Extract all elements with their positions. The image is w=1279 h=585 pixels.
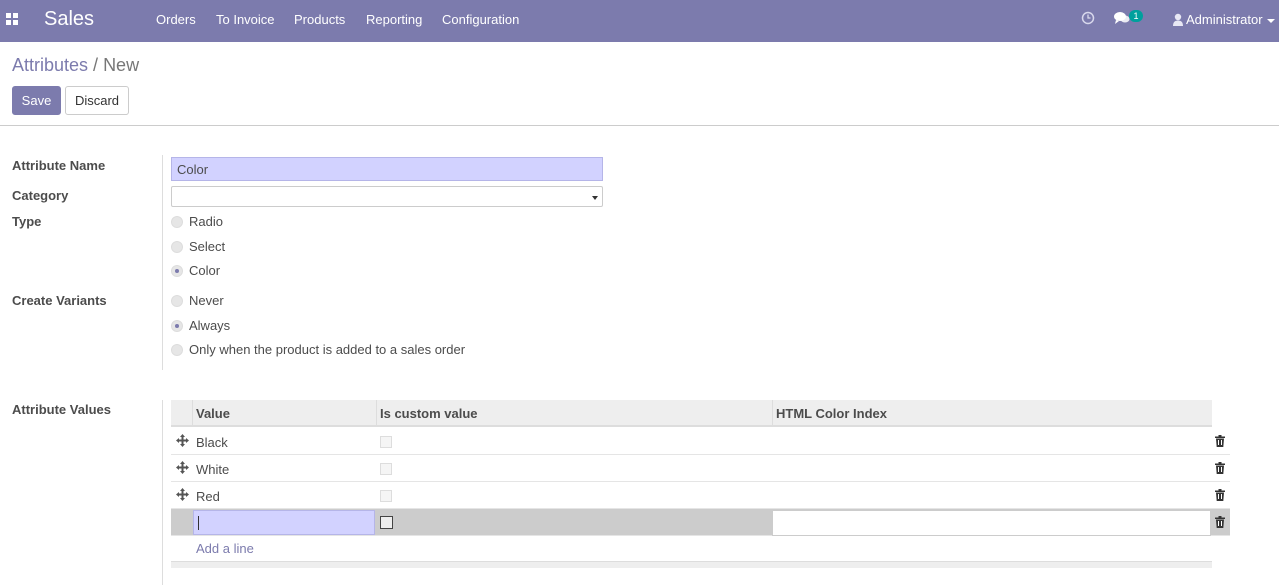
breadcrumb-separator: / — [93, 55, 99, 75]
value-input[interactable] — [193, 510, 375, 535]
drag-handle-icon[interactable] — [176, 488, 189, 501]
trash-icon[interactable] — [1215, 435, 1225, 447]
radio-button[interactable] — [171, 344, 183, 356]
divider — [162, 155, 163, 370]
attribute-name-label: Attribute Name — [12, 158, 106, 173]
divider — [772, 400, 773, 427]
create-variants-label: Create Variants — [12, 293, 107, 308]
divider — [192, 400, 193, 427]
variants-option-label: Only when the product is added to a sale… — [189, 342, 466, 357]
type-label: Type — [12, 214, 42, 229]
variants-option-label: Never — [189, 293, 224, 308]
table-footer — [171, 561, 1212, 568]
drag-handle-icon[interactable] — [176, 434, 189, 447]
value-cell: White — [196, 462, 230, 477]
type-option-label: Radio — [189, 214, 223, 229]
radio-button[interactable] — [171, 241, 183, 253]
user-icon — [1173, 13, 1183, 26]
clock-icon[interactable] — [1081, 11, 1095, 25]
top-navbar: Sales Orders To Invoice Products Reporti… — [0, 0, 1279, 42]
divider — [162, 400, 163, 585]
trash-icon[interactable] — [1215, 516, 1225, 528]
is-custom-checkbox[interactable] — [380, 516, 393, 529]
menu-reporting[interactable]: Reporting — [366, 12, 422, 27]
is-custom-checkbox — [380, 490, 392, 502]
table-header: Value Is custom value HTML Color Index — [171, 400, 1212, 427]
column-header-html-color[interactable]: HTML Color Index — [776, 406, 887, 421]
drag-handle-icon[interactable] — [176, 461, 189, 474]
table-row[interactable]: Red — [171, 482, 1230, 509]
html-color-index-input[interactable] — [772, 510, 1211, 536]
divider — [0, 125, 1279, 126]
value-cell: Red — [196, 489, 220, 504]
chevron-down-icon — [1266, 18, 1275, 23]
chat-icon[interactable] — [1114, 11, 1130, 25]
breadcrumb: Attributes / New — [12, 55, 139, 76]
is-custom-checkbox — [380, 463, 392, 475]
trash-icon[interactable] — [1215, 462, 1225, 474]
menu-configuration[interactable]: Configuration — [442, 12, 519, 27]
chevron-down-icon — [592, 196, 598, 200]
user-menu[interactable]: Administrator — [1173, 12, 1275, 27]
app-brand[interactable]: Sales — [44, 8, 94, 31]
menu-to-invoice[interactable]: To Invoice — [216, 12, 275, 27]
text-cursor — [198, 516, 199, 530]
radio-button-selected[interactable] — [171, 265, 183, 277]
discard-button[interactable]: Discard — [65, 86, 129, 115]
column-header-is-custom[interactable]: Is custom value — [380, 406, 478, 421]
messages-badge: 1 — [1129, 10, 1143, 22]
save-button[interactable]: Save — [12, 86, 61, 115]
menu-products[interactable]: Products — [294, 12, 345, 27]
table-row-editing[interactable] — [171, 509, 1230, 536]
is-custom-checkbox — [380, 436, 392, 448]
category-label: Category — [12, 188, 69, 203]
category-select[interactable] — [171, 186, 603, 207]
table-row[interactable]: White — [171, 455, 1230, 482]
table-row[interactable]: Black — [171, 428, 1230, 455]
column-header-value[interactable]: Value — [196, 406, 230, 421]
radio-button[interactable] — [171, 295, 183, 307]
type-option-label: Color — [189, 263, 221, 278]
trash-icon[interactable] — [1215, 489, 1225, 501]
value-cell: Black — [196, 435, 228, 450]
user-name: Administrator — [1186, 12, 1263, 27]
add-line-link[interactable]: Add a line — [196, 541, 254, 556]
breadcrumb-current: New — [103, 55, 140, 75]
apps-icon[interactable] — [6, 13, 18, 25]
radio-button-selected[interactable] — [171, 320, 183, 332]
menu-orders[interactable]: Orders — [156, 12, 196, 27]
type-option-label: Select — [189, 239, 226, 254]
attribute-values-label: Attribute Values — [12, 402, 111, 417]
radio-button[interactable] — [171, 216, 183, 228]
add-line-row: Add a line — [171, 536, 1230, 560]
attribute-name-input[interactable]: Color — [171, 157, 603, 181]
divider — [376, 400, 377, 427]
variants-option-label: Always — [189, 318, 231, 333]
breadcrumb-parent[interactable]: Attributes — [12, 55, 88, 75]
